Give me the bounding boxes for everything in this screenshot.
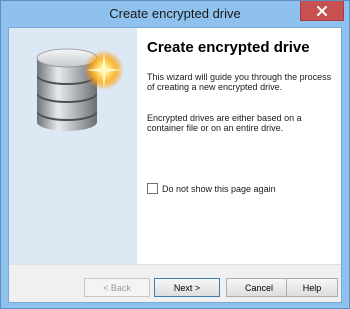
info-text: Encrypted drives are either based on a c…	[147, 113, 302, 133]
intro-text: This wizard will guide you through the p…	[147, 72, 332, 92]
database-icon	[36, 48, 124, 131]
window-title: Create encrypted drive	[109, 6, 241, 21]
button-bar: < Back Next > Cancel Help	[9, 264, 341, 302]
dont-show-again-option[interactable]: Do not show this page again	[147, 183, 276, 194]
wizard-client-area: Create encrypted drive This wizard will …	[8, 27, 342, 303]
close-icon	[317, 5, 327, 16]
close-button[interactable]	[300, 1, 344, 21]
title-bar[interactable]: Create encrypted drive	[1, 1, 349, 27]
wizard-content: Create encrypted drive This wizard will …	[137, 28, 341, 264]
wizard-side-panel	[9, 28, 137, 264]
page-heading: Create encrypted drive	[147, 39, 310, 56]
back-button[interactable]: < Back	[84, 278, 150, 297]
dont-show-again-checkbox[interactable]	[147, 183, 158, 194]
cancel-button[interactable]: Cancel	[226, 278, 292, 297]
next-button[interactable]: Next >	[154, 278, 220, 297]
wizard-window: Create encrypted drive Create encrypted …	[0, 0, 350, 309]
dont-show-again-label: Do not show this page again	[162, 183, 276, 194]
help-button[interactable]: Help	[286, 278, 338, 297]
